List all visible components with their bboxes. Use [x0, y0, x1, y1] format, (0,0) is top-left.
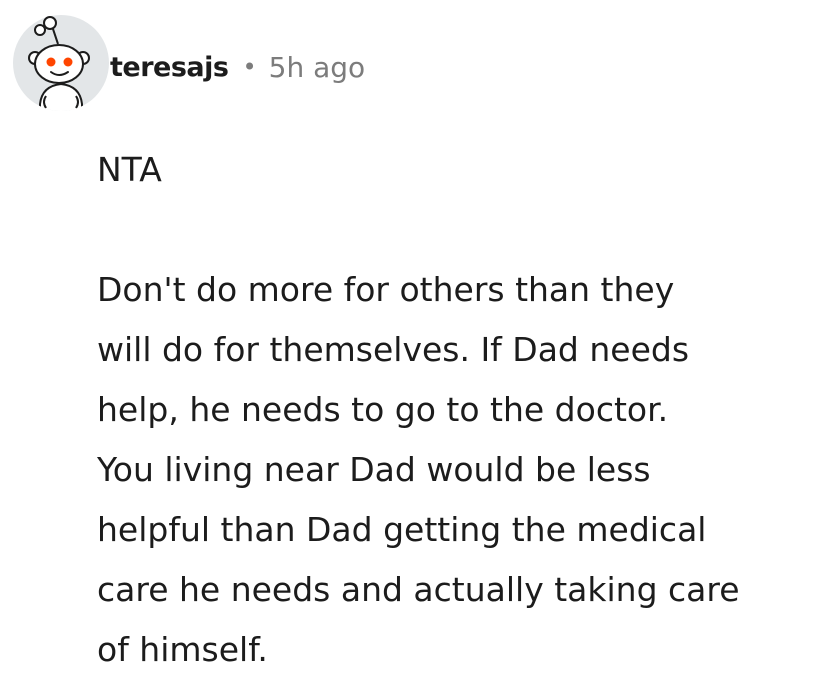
comment-body: NTA Don't do more for others than they w…	[97, 140, 817, 680]
comment-paragraph-text: Don't do more for others than they will …	[97, 270, 740, 669]
meta-separator: •	[242, 53, 257, 81]
comment-paragraph-verdict: NTA	[97, 150, 162, 189]
comment-meta: teresajs • 5h ago	[110, 46, 365, 88]
timestamp[interactable]: 5h ago	[269, 51, 366, 84]
username-link[interactable]: teresajs	[110, 52, 229, 83]
avatar[interactable]	[12, 14, 110, 112]
comment: teresajs • 5h ago NTA Don't do more for …	[0, 0, 824, 669]
reddit-snoo-avatar-icon	[13, 15, 109, 111]
